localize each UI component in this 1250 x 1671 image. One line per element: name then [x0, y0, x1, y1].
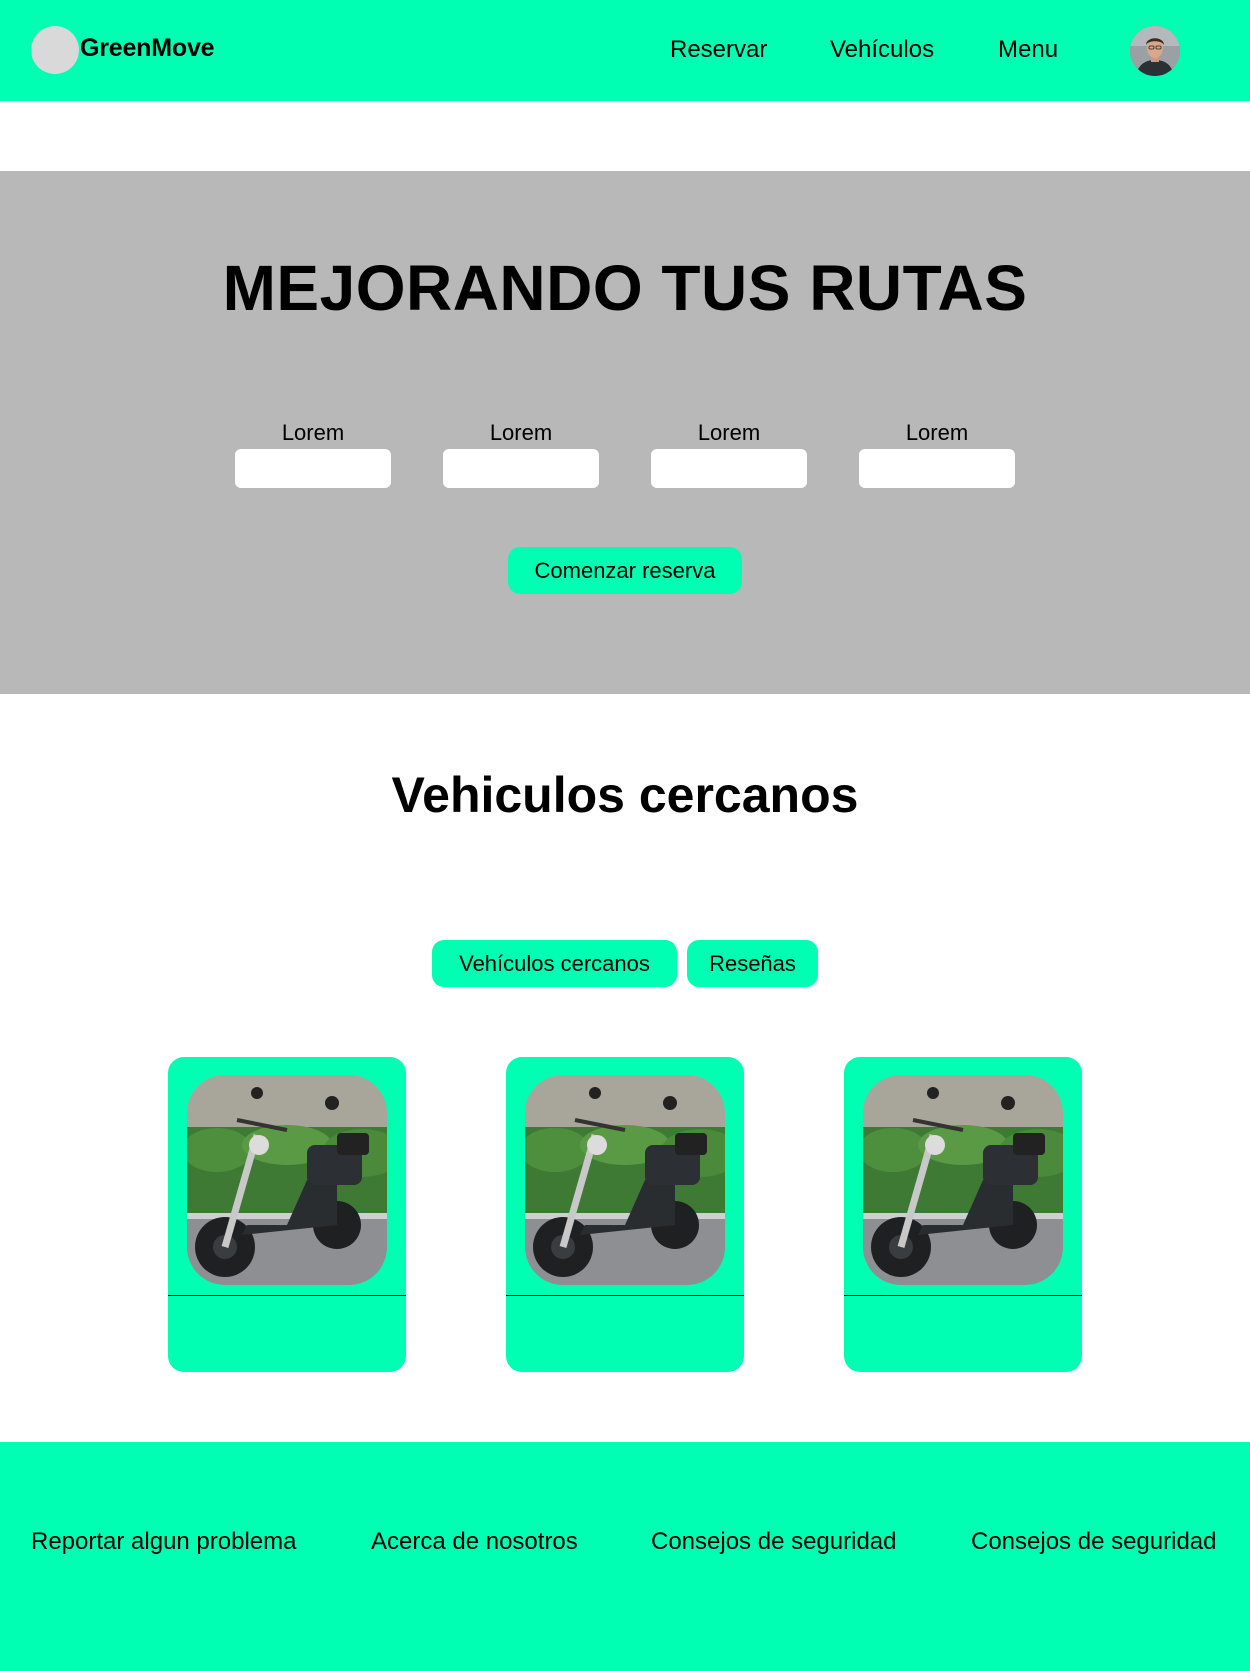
vehicle-card[interactable] — [168, 1057, 406, 1372]
scooter-image — [525, 1075, 725, 1285]
hero-title: MEJORANDO TUS RUTAS — [222, 252, 1028, 324]
field-label: Lorem — [489, 420, 553, 445]
scooter-photo-icon — [525, 1075, 725, 1285]
footer-link-safety-tips[interactable]: Consejos de seguridad — [651, 1528, 897, 1556]
card-divider — [506, 1295, 744, 1296]
field-label: Lorem — [281, 420, 345, 445]
top-navbar: GreenMove Reservar Vehículos Menu — [0, 0, 1250, 101]
hero-field-4: Lorem — [859, 419, 1015, 488]
avatar-icon — [1130, 26, 1180, 76]
nav-menu[interactable]: Menu — [998, 36, 1058, 64]
scooter-photo-icon — [187, 1075, 387, 1285]
user-avatar[interactable] — [1130, 26, 1180, 76]
card-divider — [168, 1295, 406, 1296]
vehicle-card[interactable] — [506, 1057, 744, 1372]
card-divider — [844, 1295, 1082, 1296]
tab-reviews[interactable]: Reseñas — [687, 940, 818, 987]
hero-banner: MEJORANDO TUS RUTAS Lorem Lorem Lorem Lo… — [0, 171, 1250, 694]
section-title: Vehiculos cercanos — [391, 767, 859, 823]
tab-nearby-vehicles[interactable]: Vehículos cercanos — [432, 940, 677, 987]
footer-link-about-us[interactable]: Acerca de nosotros — [371, 1528, 578, 1556]
nav-reservar[interactable]: Reservar — [670, 36, 767, 64]
field-label: Lorem — [697, 420, 761, 445]
footer: Reportar algun problema Acerca de nosotr… — [0, 1442, 1250, 1671]
hero-input-1[interactable] — [235, 449, 391, 488]
scooter-image — [863, 1075, 1063, 1285]
hero-input-3[interactable] — [651, 449, 807, 488]
footer-link-report-problem[interactable]: Reportar algun problema — [31, 1528, 297, 1556]
hero-field-1: Lorem — [235, 419, 391, 488]
hero-field-2: Lorem — [443, 419, 599, 488]
logo-icon[interactable] — [31, 26, 79, 74]
field-label: Lorem — [905, 420, 969, 445]
start-booking-button[interactable]: Comenzar reserva — [508, 547, 742, 594]
vehicle-card[interactable] — [844, 1057, 1082, 1372]
hero-input-4[interactable] — [859, 449, 1015, 488]
footer-link-safety-tips-2[interactable]: Consejos de seguridad — [971, 1528, 1217, 1556]
nav-vehiculos[interactable]: Vehículos — [830, 36, 934, 64]
scooter-image — [187, 1075, 387, 1285]
hero-input-2[interactable] — [443, 449, 599, 488]
scooter-photo-icon — [863, 1075, 1063, 1285]
brand-name[interactable]: GreenMove — [80, 34, 215, 63]
hero-field-3: Lorem — [651, 419, 807, 488]
